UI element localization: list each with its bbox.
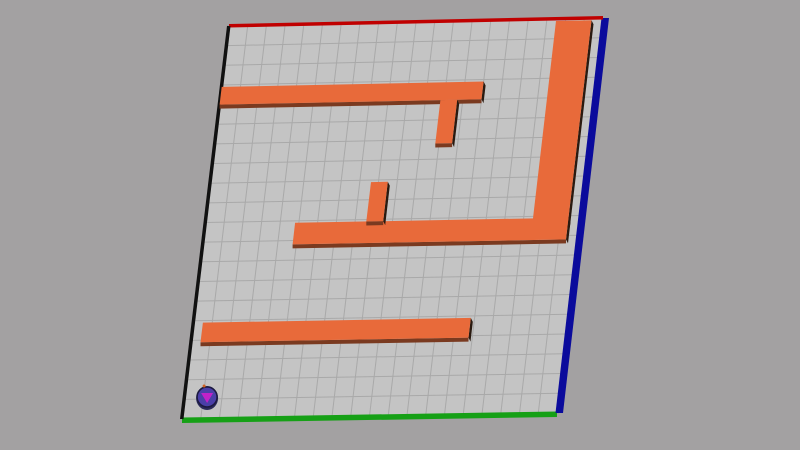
simulation-viewport[interactable] [0, 0, 800, 450]
wall-lower-horizontal [200, 317, 473, 347]
robot-sensor-dot [202, 384, 206, 388]
wall-front-face [435, 143, 453, 148]
wall-middle-horizontal [292, 217, 571, 249]
wall-front-face [366, 221, 384, 226]
